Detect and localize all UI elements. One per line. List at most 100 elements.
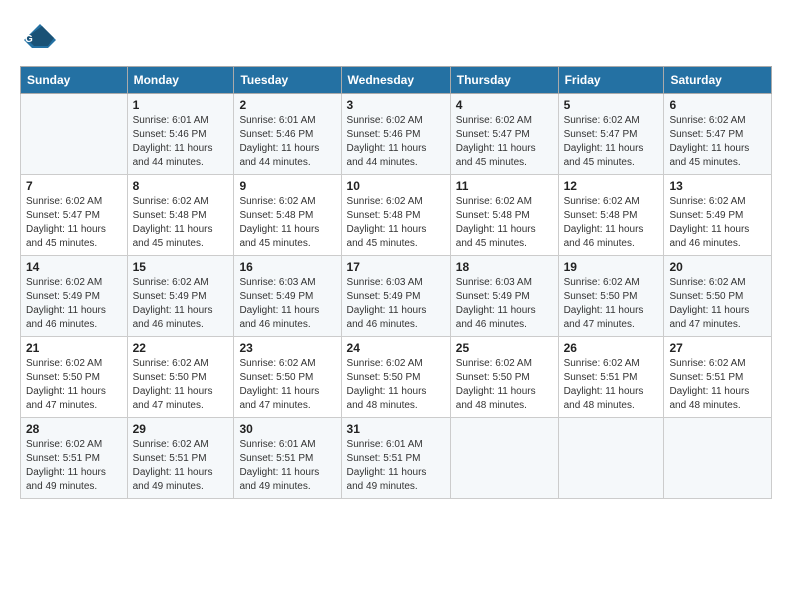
- day-info: Sunrise: 6:02 AMSunset: 5:50 PMDaylight:…: [133, 357, 229, 413]
- day-number: 16: [239, 260, 335, 274]
- day-number: 4: [456, 98, 553, 112]
- day-cell: 27 Sunrise: 6:02 AMSunset: 5:51 PMDayligh…: [664, 337, 772, 418]
- day-cell: 21Sunrise: 6:02 AMSunset: 5:50 PMDayligh…: [21, 337, 128, 418]
- day-info: Sunrise: 6:02 AMSunset: 5:51 PMDaylight:…: [26, 438, 122, 494]
- day-number: 14: [26, 260, 122, 274]
- day-number: 26: [564, 341, 659, 355]
- day-number: 25: [456, 341, 553, 355]
- day-number: 23: [239, 341, 335, 355]
- day-number: 11: [456, 179, 553, 193]
- calendar-body: 1 Sunrise: 6:01 AMSunset: 5:46 PMDaylight…: [21, 94, 772, 499]
- day-number: 3: [347, 98, 445, 112]
- day-cell: 29Sunrise: 6:02 AMSunset: 5:51 PMDayligh…: [127, 418, 234, 499]
- day-info: Sunrise: 6:02 AMSunset: 5:51 PMDaylight:…: [669, 357, 766, 413]
- day-cell: 30Sunrise: 6:01 AMSunset: 5:51 PMDayligh…: [234, 418, 341, 499]
- day-cell: 15 Sunrise: 6:02 AMSunset: 5:49 PMDayligh…: [127, 256, 234, 337]
- day-cell: 25 Sunrise: 6:02 AMSunset: 5:50 PMDayligh…: [450, 337, 558, 418]
- day-number: 28: [26, 422, 122, 436]
- day-cell: 20 Sunrise: 6:02 AMSunset: 5:50 PMDayligh…: [664, 256, 772, 337]
- day-number: 22: [133, 341, 229, 355]
- header-cell-monday: Monday: [127, 67, 234, 94]
- day-cell: 5Sunrise: 6:02 AMSunset: 5:47 PMDaylight…: [558, 94, 664, 175]
- day-number: 8: [133, 179, 229, 193]
- day-cell: 1 Sunrise: 6:01 AMSunset: 5:46 PMDaylight…: [127, 94, 234, 175]
- header-cell-sunday: Sunday: [21, 67, 128, 94]
- day-info: Sunrise: 6:02 AMSunset: 5:47 PMDaylight:…: [669, 114, 766, 170]
- day-info: Sunrise: 6:02 AMSunset: 5:49 PMDaylight:…: [669, 195, 766, 251]
- day-info: Sunrise: 6:02 AMSunset: 5:46 PMDaylight:…: [347, 114, 445, 170]
- day-cell: 24Sunrise: 6:02 AMSunset: 5:50 PMDayligh…: [341, 337, 450, 418]
- day-info: Sunrise: 6:01 AMSunset: 5:51 PMDaylight:…: [239, 438, 335, 494]
- day-info: Sunrise: 6:02 AMSunset: 5:50 PMDaylight:…: [456, 357, 553, 413]
- day-number: 1: [133, 98, 229, 112]
- week-row-5: 28 Sunrise: 6:02 AMSunset: 5:51 PMDayligh…: [21, 418, 772, 499]
- header-row: SundayMondayTuesdayWednesdayThursdayFrid…: [21, 67, 772, 94]
- day-cell: 4 Sunrise: 6:02 AMSunset: 5:47 PMDaylight…: [450, 94, 558, 175]
- logo: G: [20, 20, 60, 56]
- day-cell: 16Sunrise: 6:03 AMSunset: 5:49 PMDayligh…: [234, 256, 341, 337]
- day-info: Sunrise: 6:01 AMSunset: 5:46 PMDaylight:…: [133, 114, 229, 170]
- day-info: Sunrise: 6:02 AMSunset: 5:50 PMDaylight:…: [239, 357, 335, 413]
- header-cell-thursday: Thursday: [450, 67, 558, 94]
- day-cell: [450, 418, 558, 499]
- day-info: Sunrise: 6:02 AMSunset: 5:49 PMDaylight:…: [26, 276, 122, 332]
- day-number: 18: [456, 260, 553, 274]
- day-cell: [664, 418, 772, 499]
- day-cell: 6 Sunrise: 6:02 AMSunset: 5:47 PMDaylight…: [664, 94, 772, 175]
- day-cell: 28 Sunrise: 6:02 AMSunset: 5:51 PMDayligh…: [21, 418, 128, 499]
- day-cell: 3 Sunrise: 6:02 AMSunset: 5:46 PMDaylight…: [341, 94, 450, 175]
- week-row-2: 7Sunrise: 6:02 AMSunset: 5:47 PMDaylight…: [21, 175, 772, 256]
- day-info: Sunrise: 6:02 AMSunset: 5:50 PMDaylight:…: [26, 357, 122, 413]
- day-cell: 2 Sunrise: 6:01 AMSunset: 5:46 PMDaylight…: [234, 94, 341, 175]
- day-number: 27: [669, 341, 766, 355]
- header-cell-wednesday: Wednesday: [341, 67, 450, 94]
- day-number: 6: [669, 98, 766, 112]
- day-cell: 8 Sunrise: 6:02 AMSunset: 5:48 PMDaylight…: [127, 175, 234, 256]
- day-info: Sunrise: 6:02 AMSunset: 5:48 PMDaylight:…: [239, 195, 335, 251]
- day-cell: 19Sunrise: 6:02 AMSunset: 5:50 PMDayligh…: [558, 256, 664, 337]
- day-info: Sunrise: 6:01 AMSunset: 5:46 PMDaylight:…: [239, 114, 335, 170]
- day-info: Sunrise: 6:02 AMSunset: 5:48 PMDaylight:…: [456, 195, 553, 251]
- day-info: Sunrise: 6:02 AMSunset: 5:47 PMDaylight:…: [564, 114, 659, 170]
- day-cell: [558, 418, 664, 499]
- day-number: 29: [133, 422, 229, 436]
- calendar-table: SundayMondayTuesdayWednesdayThursdayFrid…: [20, 66, 772, 499]
- week-row-3: 14 Sunrise: 6:02 AMSunset: 5:49 PMDayligh…: [21, 256, 772, 337]
- day-cell: 10 Sunrise: 6:02 AMSunset: 5:48 PMDayligh…: [341, 175, 450, 256]
- day-cell: 31Sunrise: 6:01 AMSunset: 5:51 PMDayligh…: [341, 418, 450, 499]
- day-number: 17: [347, 260, 445, 274]
- day-cell: [21, 94, 128, 175]
- week-row-1: 1 Sunrise: 6:01 AMSunset: 5:46 PMDaylight…: [21, 94, 772, 175]
- day-info: Sunrise: 6:02 AMSunset: 5:48 PMDaylight:…: [347, 195, 445, 251]
- header-cell-tuesday: Tuesday: [234, 67, 341, 94]
- day-number: 10: [347, 179, 445, 193]
- page-header: G: [20, 20, 772, 56]
- day-number: 9: [239, 179, 335, 193]
- week-row-4: 21Sunrise: 6:02 AMSunset: 5:50 PMDayligh…: [21, 337, 772, 418]
- day-cell: 12Sunrise: 6:02 AMSunset: 5:48 PMDayligh…: [558, 175, 664, 256]
- day-cell: 14 Sunrise: 6:02 AMSunset: 5:49 PMDayligh…: [21, 256, 128, 337]
- header-cell-saturday: Saturday: [664, 67, 772, 94]
- day-info: Sunrise: 6:02 AMSunset: 5:47 PMDaylight:…: [26, 195, 122, 251]
- day-info: Sunrise: 6:02 AMSunset: 5:47 PMDaylight:…: [456, 114, 553, 170]
- day-cell: 13Sunrise: 6:02 AMSunset: 5:49 PMDayligh…: [664, 175, 772, 256]
- day-cell: 9 Sunrise: 6:02 AMSunset: 5:48 PMDaylight…: [234, 175, 341, 256]
- day-cell: 7Sunrise: 6:02 AMSunset: 5:47 PMDaylight…: [21, 175, 128, 256]
- header-cell-friday: Friday: [558, 67, 664, 94]
- day-info: Sunrise: 6:02 AMSunset: 5:50 PMDaylight:…: [564, 276, 659, 332]
- day-info: Sunrise: 6:02 AMSunset: 5:50 PMDaylight:…: [347, 357, 445, 413]
- logo-icon: G: [20, 20, 56, 56]
- day-info: Sunrise: 6:02 AMSunset: 5:50 PMDaylight:…: [669, 276, 766, 332]
- day-info: Sunrise: 6:03 AMSunset: 5:49 PMDaylight:…: [456, 276, 553, 332]
- day-number: 15: [133, 260, 229, 274]
- day-number: 20: [669, 260, 766, 274]
- day-cell: 22 Sunrise: 6:02 AMSunset: 5:50 PMDayligh…: [127, 337, 234, 418]
- day-info: Sunrise: 6:02 AMSunset: 5:48 PMDaylight:…: [133, 195, 229, 251]
- day-info: Sunrise: 6:01 AMSunset: 5:51 PMDaylight:…: [347, 438, 445, 494]
- day-info: Sunrise: 6:02 AMSunset: 5:49 PMDaylight:…: [133, 276, 229, 332]
- day-cell: 17Sunrise: 6:03 AMSunset: 5:49 PMDayligh…: [341, 256, 450, 337]
- day-cell: 11 Sunrise: 6:02 AMSunset: 5:48 PMDayligh…: [450, 175, 558, 256]
- day-cell: 18 Sunrise: 6:03 AMSunset: 5:49 PMDayligh…: [450, 256, 558, 337]
- svg-text:G: G: [25, 34, 33, 45]
- day-number: 2: [239, 98, 335, 112]
